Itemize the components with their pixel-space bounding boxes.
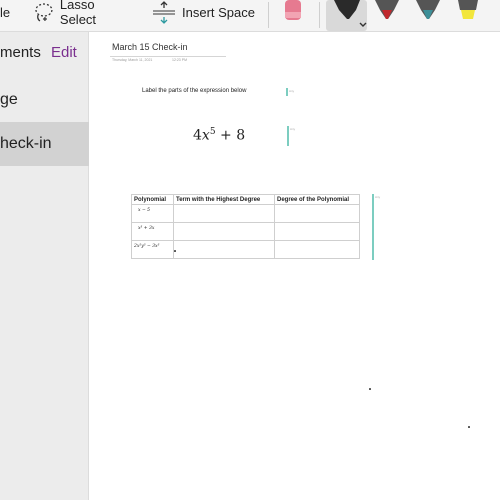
table-cell[interactable]: x³ + 3x [131, 222, 174, 241]
text-box-marker [286, 88, 288, 96]
edit-button[interactable]: Edit [51, 44, 77, 61]
table-cell[interactable]: 2x⁵y³ − 3x³ [131, 240, 174, 259]
teal-pen-icon [416, 0, 440, 19]
toolbar-separator [319, 2, 320, 28]
table-row: 2x⁵y³ − 3x³ [131, 240, 360, 259]
lasso-select-label: Lasso Select [59, 0, 97, 27]
prompt-text[interactable]: Label the parts of the expression below [142, 88, 246, 94]
table-header: Polynomial [131, 194, 174, 205]
insert-space-icon [153, 1, 175, 24]
toolbar: le Lasso Select Insert Space [0, 0, 500, 32]
polynomial-table[interactable]: Polynomial Term with the Highest Degree … [131, 194, 360, 259]
annotation-label: Any [289, 89, 295, 93]
ink-dot [369, 388, 371, 390]
text-box-marker [287, 126, 289, 146]
expression-exponent: 5 [209, 127, 216, 137]
page-date: Thursday, March 11, 2021 [112, 58, 153, 62]
expression-operator: + [220, 127, 232, 144]
sidebar-item-label: ge [0, 91, 18, 108]
table-cell[interactable] [173, 222, 275, 241]
table-row: x³ + 3x [131, 222, 360, 241]
note-page[interactable]: March 15 Check-in Thursday, March 11, 20… [90, 32, 500, 500]
partial-tool-button[interactable]: le [0, 0, 22, 24]
expression-constant: 8 [236, 127, 246, 144]
red-pen-tool[interactable] [372, 0, 402, 24]
insert-space-label: Insert Space [182, 4, 255, 20]
teal-pen-tool[interactable] [413, 0, 443, 24]
table-header: Degree of the Polynomial [274, 194, 360, 205]
toolbar-separator [268, 2, 269, 28]
black-pen-icon [334, 0, 367, 27]
table-cell[interactable] [173, 240, 275, 259]
lasso-select-button[interactable]: Lasso Select [32, 0, 134, 27]
table-row: x − 5 [131, 204, 360, 223]
sidebar-title: ments [0, 44, 41, 61]
expression[interactable]: 4x5 + 8 [193, 127, 245, 144]
red-pen-icon [375, 0, 399, 19]
section-sidebar: ments Edit ge heck-in [0, 32, 89, 500]
highlighter-icon [458, 0, 478, 19]
page-title[interactable]: March 15 Check-in [112, 42, 188, 52]
page-time: 12:23 PM [172, 58, 187, 62]
table-cell[interactable] [274, 204, 360, 223]
table-cell[interactable] [274, 222, 360, 241]
table-cell[interactable] [274, 240, 360, 259]
table-header: Term with the Highest Degree [173, 194, 275, 205]
insert-space-button[interactable]: Insert Space [152, 0, 262, 24]
partial-tool-label: le [0, 4, 11, 20]
ink-dot [468, 426, 470, 428]
expression-variable: x [201, 127, 210, 144]
eraser-icon [285, 0, 301, 20]
expression-coefficient: 4 [193, 127, 202, 144]
sidebar-item-check-in[interactable]: heck-in [0, 122, 89, 166]
table-header-row: Polynomial Term with the Highest Degree … [131, 194, 360, 205]
eraser-tool[interactable] [283, 0, 303, 22]
table-cell[interactable] [173, 204, 275, 223]
sidebar-item-label: heck-in [0, 135, 52, 152]
table-cell[interactable]: x − 5 [131, 204, 174, 223]
yellow-highlighter-tool[interactable] [455, 0, 481, 24]
lasso-icon [35, 3, 53, 22]
title-underline [110, 56, 226, 57]
ink-dot [174, 250, 176, 252]
annotation-label: Any [290, 127, 296, 131]
sidebar-header: ments Edit [0, 44, 89, 66]
black-pen-tool-selected[interactable] [326, 0, 367, 31]
annotation-label: Any [375, 195, 381, 199]
text-box-marker [372, 194, 374, 260]
sidebar-item-page[interactable]: ge [0, 78, 89, 122]
